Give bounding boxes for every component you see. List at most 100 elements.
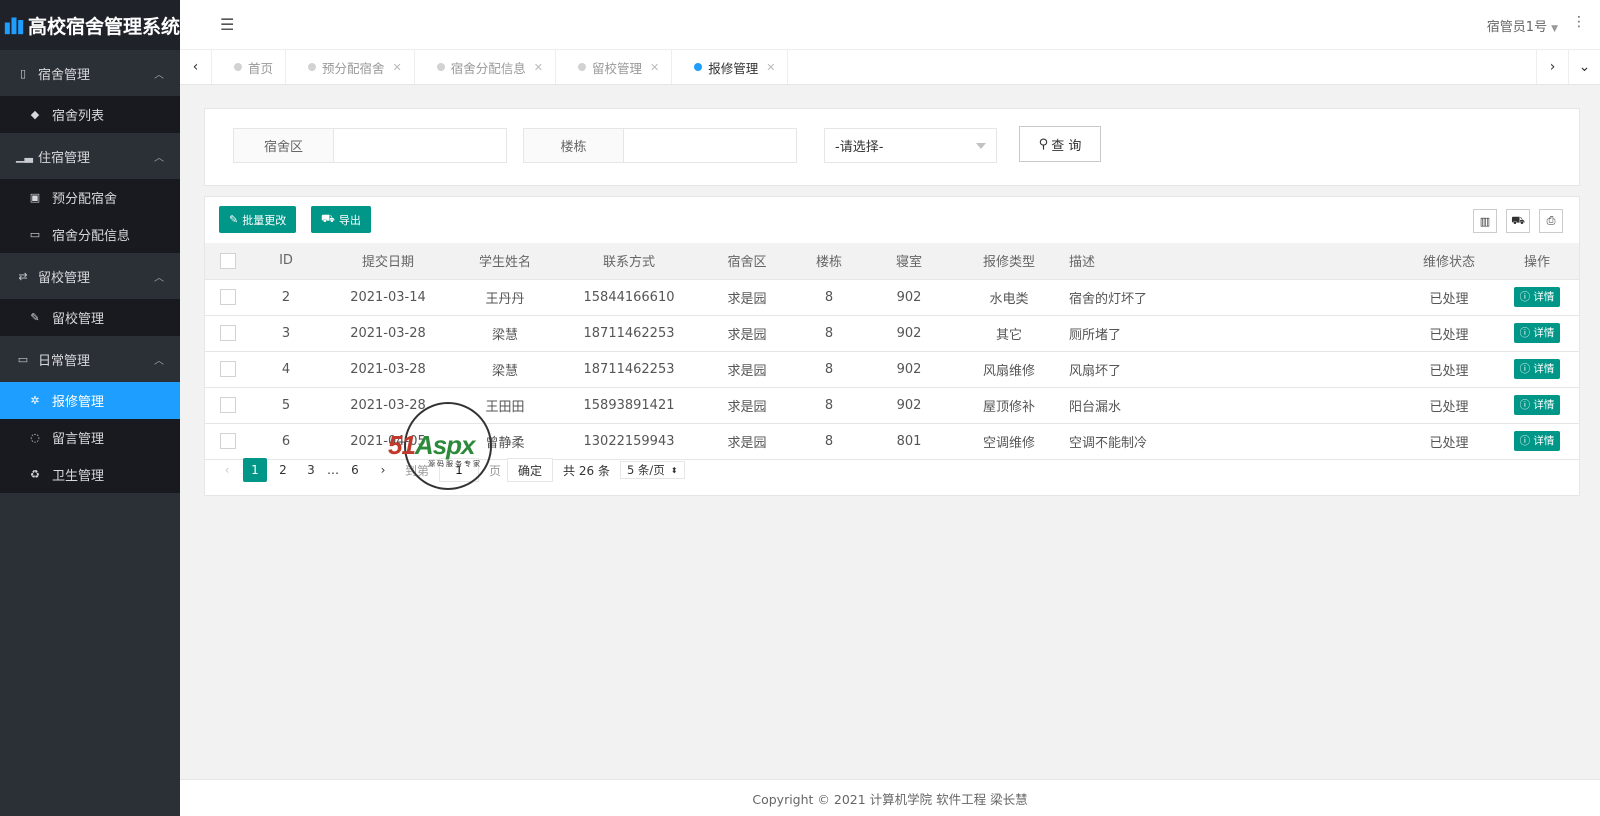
more-vertical-icon[interactable]: ⋮: [1572, 14, 1586, 30]
export-button[interactable]: ⛟ 导出: [311, 206, 371, 233]
cell-type: 屋顶修补: [951, 387, 1067, 424]
column-header[interactable]: 描述: [1067, 243, 1403, 280]
menu-toggle-icon[interactable]: ☰: [220, 15, 236, 34]
copyright-text: Copyright © 2021 计算机学院 软件工程 梁长慧: [752, 791, 1028, 807]
building-field: 楼栋: [523, 128, 797, 163]
cell-building: 8: [791, 387, 867, 424]
column-header[interactable]: 操作: [1495, 243, 1579, 280]
filter-select[interactable]: -请选择-: [824, 128, 997, 163]
cell-phone: 15844166610: [555, 279, 703, 316]
print-icon[interactable]: ⎙: [1539, 209, 1563, 233]
detail-button[interactable]: ⓘ 详情: [1513, 287, 1561, 307]
detail-button[interactable]: ⓘ 详情: [1513, 395, 1561, 415]
batch-edit-button[interactable]: ✎ 批量更改: [219, 206, 297, 233]
row-checkbox[interactable]: [220, 397, 236, 413]
tab-repair[interactable]: 报修管理 ✕: [672, 50, 789, 84]
table-row[interactable]: 5 2021-03-28 王田田 15893891421 求是园 8 902 屋…: [205, 387, 1579, 424]
column-header[interactable]: 联系方式: [555, 243, 703, 280]
sidebar-item-hygiene[interactable]: ♻ 卫生管理: [0, 456, 180, 493]
tab-bar: ‹ 首页 预分配宿舍 ✕ 宿舍分配信息 ✕ 留校管理 ✕ 报修管理 ✕ › ⌄: [180, 50, 1600, 85]
column-header[interactable]: 宿舍区: [703, 243, 791, 280]
nav-group-stay[interactable]: ⇄ 留校管理 ︿: [0, 253, 180, 299]
page-button[interactable]: 3: [299, 458, 323, 482]
row-checkbox[interactable]: [220, 433, 236, 449]
table-row[interactable]: 2 2021-03-14 王丹丹 15844166610 求是园 8 902 水…: [205, 279, 1579, 316]
sidebar-item-dorm-list[interactable]: ◆ 宿舍列表: [0, 96, 180, 133]
detail-label: 详情: [1533, 435, 1555, 447]
page-button[interactable]: 6: [343, 458, 367, 482]
cell-building: 8: [791, 279, 867, 316]
tab-menu-chevron-down-icon[interactable]: ⌄: [1568, 50, 1600, 84]
tab-scroll-right-icon[interactable]: ›: [1536, 50, 1568, 84]
cell-building: 8: [791, 315, 867, 352]
close-icon[interactable]: ✕: [766, 61, 775, 74]
goto-confirm-button[interactable]: 确定: [507, 458, 554, 482]
page-button[interactable]: 1: [243, 458, 267, 482]
sidebar-item-assign-info[interactable]: ▭ 宿舍分配信息: [0, 216, 180, 253]
column-header[interactable]: 楼栋: [791, 243, 867, 280]
export-table-icon[interactable]: ⛟: [1506, 209, 1530, 233]
column-header[interactable]: 寝室: [867, 243, 951, 280]
detail-button[interactable]: ⓘ 详情: [1513, 431, 1561, 451]
select-all-checkbox[interactable]: [220, 252, 236, 269]
detail-label: 详情: [1533, 291, 1555, 303]
nav-group-lodging[interactable]: ▁▃ 住宿管理 ︿: [0, 133, 180, 179]
cell-type: 其它: [951, 315, 1067, 352]
tab-assign-info[interactable]: 宿舍分配信息 ✕: [415, 50, 556, 84]
building-input[interactable]: [624, 129, 796, 162]
cell-date: 2021-03-28: [321, 387, 455, 424]
cell-area: 求是园: [703, 279, 791, 316]
nav-group-daily[interactable]: ▭ 日常管理 ︿: [0, 336, 180, 382]
nav-group-dorm[interactable]: ▯ 宿舍管理 ︿: [0, 50, 180, 96]
row-checkbox[interactable]: [220, 325, 236, 341]
sidebar-item-label: 留言管理: [52, 432, 105, 447]
tab-pre-assign[interactable]: 预分配宿舍 ✕: [286, 50, 415, 84]
page-ellipsis: …: [327, 463, 339, 477]
column-header[interactable]: 学生姓名: [455, 243, 555, 280]
tab-label: 宿舍分配信息: [450, 60, 526, 76]
columns-filter-icon[interactable]: ▥: [1473, 209, 1497, 233]
query-button[interactable]: ⚲ 查 询: [1019, 126, 1101, 162]
sidebar-item-stay[interactable]: ✎ 留校管理: [0, 299, 180, 336]
next-page-icon[interactable]: ›: [371, 458, 395, 482]
cell-room: 801: [867, 423, 951, 460]
sidebar-item-repair[interactable]: ✲ 报修管理: [0, 382, 180, 419]
tab-home[interactable]: 首页: [212, 50, 287, 84]
detail-button[interactable]: ⓘ 详情: [1513, 359, 1561, 379]
info-icon: ⓘ: [1519, 327, 1534, 339]
page-size-select[interactable]: 5 条/页 ⬍: [619, 461, 685, 479]
nav-group-label: 留校管理: [38, 270, 91, 286]
prev-page-icon[interactable]: ‹: [215, 458, 239, 482]
detail-button[interactable]: ⓘ 详情: [1513, 323, 1561, 343]
tab-scroll-left-icon[interactable]: ‹: [180, 50, 212, 84]
close-icon[interactable]: ✕: [650, 61, 659, 74]
cell-area: 求是园: [703, 315, 791, 352]
cell-desc: 宿舍的灯坏了: [1067, 279, 1403, 316]
column-header[interactable]: 提交日期: [321, 243, 455, 280]
sidebar-item-pre-assign[interactable]: ▣ 预分配宿舍: [0, 179, 180, 216]
cell-date: 2021-03-14: [321, 279, 455, 316]
area-input[interactable]: [334, 129, 506, 162]
app-logo[interactable]: 高校宿舍管理系统: [0, 0, 180, 50]
close-icon[interactable]: ✕: [393, 61, 402, 74]
table-row[interactable]: 4 2021-03-28 梁慧 18711462253 求是园 8 902 风扇…: [205, 351, 1579, 388]
signal-icon: ▁▃: [16, 149, 33, 163]
chat-icon: ◌: [30, 431, 40, 444]
repair-table: ID 提交日期 学生姓名 联系方式 宿舍区 楼栋 寝室 报修类型 描述 维修状态…: [205, 243, 1579, 460]
row-checkbox[interactable]: [220, 289, 236, 305]
cell-status: 已处理: [1403, 423, 1495, 460]
user-menu[interactable]: 宿管员1号 ▼: [1487, 16, 1558, 35]
page-button[interactable]: 2: [271, 458, 295, 482]
info-icon: ⓘ: [1519, 399, 1534, 411]
tab-label: 留校管理: [591, 60, 642, 76]
tab-dot: [436, 63, 445, 71]
column-header[interactable]: 维修状态: [1403, 243, 1495, 280]
row-checkbox[interactable]: [220, 361, 236, 377]
sidebar-item-messages[interactable]: ◌ 留言管理: [0, 419, 180, 456]
table-row[interactable]: 3 2021-03-28 梁慧 18711462253 求是园 8 902 其它…: [205, 315, 1579, 352]
column-header[interactable]: 报修类型: [951, 243, 1067, 280]
sidebar-item-label: 宿舍列表: [52, 109, 105, 124]
tab-stay[interactable]: 留校管理 ✕: [556, 50, 673, 84]
close-icon[interactable]: ✕: [534, 61, 543, 74]
column-header[interactable]: ID: [251, 243, 321, 280]
